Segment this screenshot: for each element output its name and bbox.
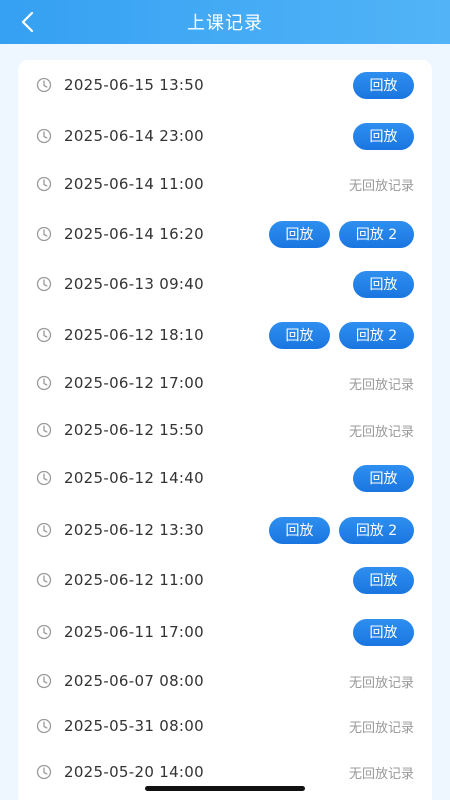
record-row: 2025-06-14 23:00 回放 xyxy=(18,119,432,153)
record-time: 2025-06-12 14:40 xyxy=(64,469,204,487)
record-row: 2025-06-12 11:00 回放 xyxy=(18,563,432,597)
record-actions: 回放 回放 2 xyxy=(269,516,414,544)
record-actions: 回放 xyxy=(353,464,414,492)
record-row: 2025-06-12 13:30 回放 回放 2 xyxy=(18,513,432,547)
record-row: 2025-05-31 08:00 无回放记录 xyxy=(18,709,432,743)
replay-button[interactable]: 回放 xyxy=(353,566,414,594)
no-replay-status: 无回放记录 xyxy=(348,720,414,736)
record-actions: 回放 xyxy=(353,71,414,99)
record-time: 2025-06-12 11:00 xyxy=(64,571,204,589)
record-row: 2025-06-12 14:40 回放 xyxy=(18,461,432,495)
replay-2-button[interactable]: 回放 2 xyxy=(339,321,414,349)
record-actions: 回放 xyxy=(353,566,414,594)
record-row: 2025-06-11 17:00 回放 xyxy=(18,615,432,649)
record-time: 2025-06-12 17:00 xyxy=(64,374,204,392)
record-row: 2025-06-13 09:40 回放 xyxy=(18,267,432,301)
replay-button[interactable]: 回放 xyxy=(269,516,330,544)
replay-button[interactable]: 回放 xyxy=(353,122,414,150)
record-actions: 回放 xyxy=(353,270,414,298)
record-actions: 回放 回放 2 xyxy=(269,321,414,349)
replay-button[interactable]: 回放 xyxy=(353,270,414,298)
record-actions: 无回放记录 xyxy=(349,667,414,695)
record-time: 2025-06-14 16:20 xyxy=(64,225,204,243)
no-replay-status: 无回放记录 xyxy=(348,766,414,782)
replay-2-button[interactable]: 回放 2 xyxy=(339,516,414,544)
replay-button[interactable]: 回放 xyxy=(269,321,330,349)
clock-icon xyxy=(36,77,52,93)
top-bar: 上课记录 xyxy=(0,0,450,44)
record-row: 2025-06-07 08:00 无回放记录 xyxy=(18,664,432,698)
record-time: 2025-06-15 13:50 xyxy=(64,76,204,94)
record-time: 2025-06-11 17:00 xyxy=(64,623,204,641)
record-time: 2025-06-12 15:50 xyxy=(64,421,204,439)
home-indicator xyxy=(145,786,305,791)
clock-icon xyxy=(36,522,52,538)
clock-icon xyxy=(36,718,52,734)
record-time: 2025-06-12 18:10 xyxy=(64,326,204,344)
record-time: 2025-06-13 09:40 xyxy=(64,275,204,293)
record-time: 2025-05-31 08:00 xyxy=(64,717,204,735)
record-time: 2025-06-14 11:00 xyxy=(64,175,204,193)
record-row: 2025-06-14 16:20 回放 回放 2 xyxy=(18,217,432,251)
no-replay-status: 无回放记录 xyxy=(348,424,414,440)
record-time: 2025-06-14 23:00 xyxy=(64,127,204,145)
clock-icon xyxy=(36,276,52,292)
record-actions: 无回放记录 xyxy=(349,369,414,397)
clock-icon xyxy=(36,375,52,391)
record-row: 2025-06-12 17:00 无回放记录 xyxy=(18,366,432,400)
record-row: 2025-06-12 18:10 回放 回放 2 xyxy=(18,318,432,352)
clock-icon xyxy=(36,128,52,144)
no-replay-status: 无回放记录 xyxy=(348,178,414,194)
record-actions: 无回放记录 xyxy=(349,758,414,786)
replay-button[interactable]: 回放 xyxy=(353,464,414,492)
clock-icon xyxy=(36,422,52,438)
record-actions: 无回放记录 xyxy=(349,712,414,740)
record-actions: 回放 xyxy=(353,122,414,150)
record-actions: 回放 xyxy=(353,618,414,646)
replay-2-button[interactable]: 回放 2 xyxy=(339,220,414,248)
record-row: 2025-05-20 14:00 无回放记录 xyxy=(18,755,432,789)
clock-icon xyxy=(36,764,52,780)
record-time: 2025-05-20 14:00 xyxy=(64,763,204,781)
clock-icon xyxy=(36,572,52,588)
record-actions: 无回放记录 xyxy=(349,170,414,198)
clock-icon xyxy=(36,176,52,192)
clock-icon xyxy=(36,470,52,486)
record-time: 2025-06-12 13:30 xyxy=(64,521,204,539)
no-replay-status: 无回放记录 xyxy=(348,675,414,691)
record-row: 2025-06-15 13:50 回放 xyxy=(18,68,432,102)
record-row: 2025-06-12 15:50 无回放记录 xyxy=(18,413,432,447)
record-list: 2025-06-15 13:50 回放 2025-06-14 23:00 回放 2025… xyxy=(18,60,432,800)
chevron-left-icon xyxy=(21,11,34,33)
no-replay-status: 无回放记录 xyxy=(348,377,414,393)
back-button[interactable] xyxy=(12,6,44,38)
record-row: 2025-06-14 11:00 无回放记录 xyxy=(18,167,432,201)
page-title: 上课记录 xyxy=(187,13,263,34)
replay-button[interactable]: 回放 xyxy=(353,618,414,646)
clock-icon xyxy=(36,673,52,689)
record-time: 2025-06-07 08:00 xyxy=(64,672,204,690)
clock-icon xyxy=(36,624,52,640)
clock-icon xyxy=(36,327,52,343)
record-actions: 回放 回放 2 xyxy=(269,220,414,248)
clock-icon xyxy=(36,226,52,242)
replay-button[interactable]: 回放 xyxy=(353,71,414,99)
record-actions: 无回放记录 xyxy=(349,416,414,444)
replay-button[interactable]: 回放 xyxy=(269,220,330,248)
